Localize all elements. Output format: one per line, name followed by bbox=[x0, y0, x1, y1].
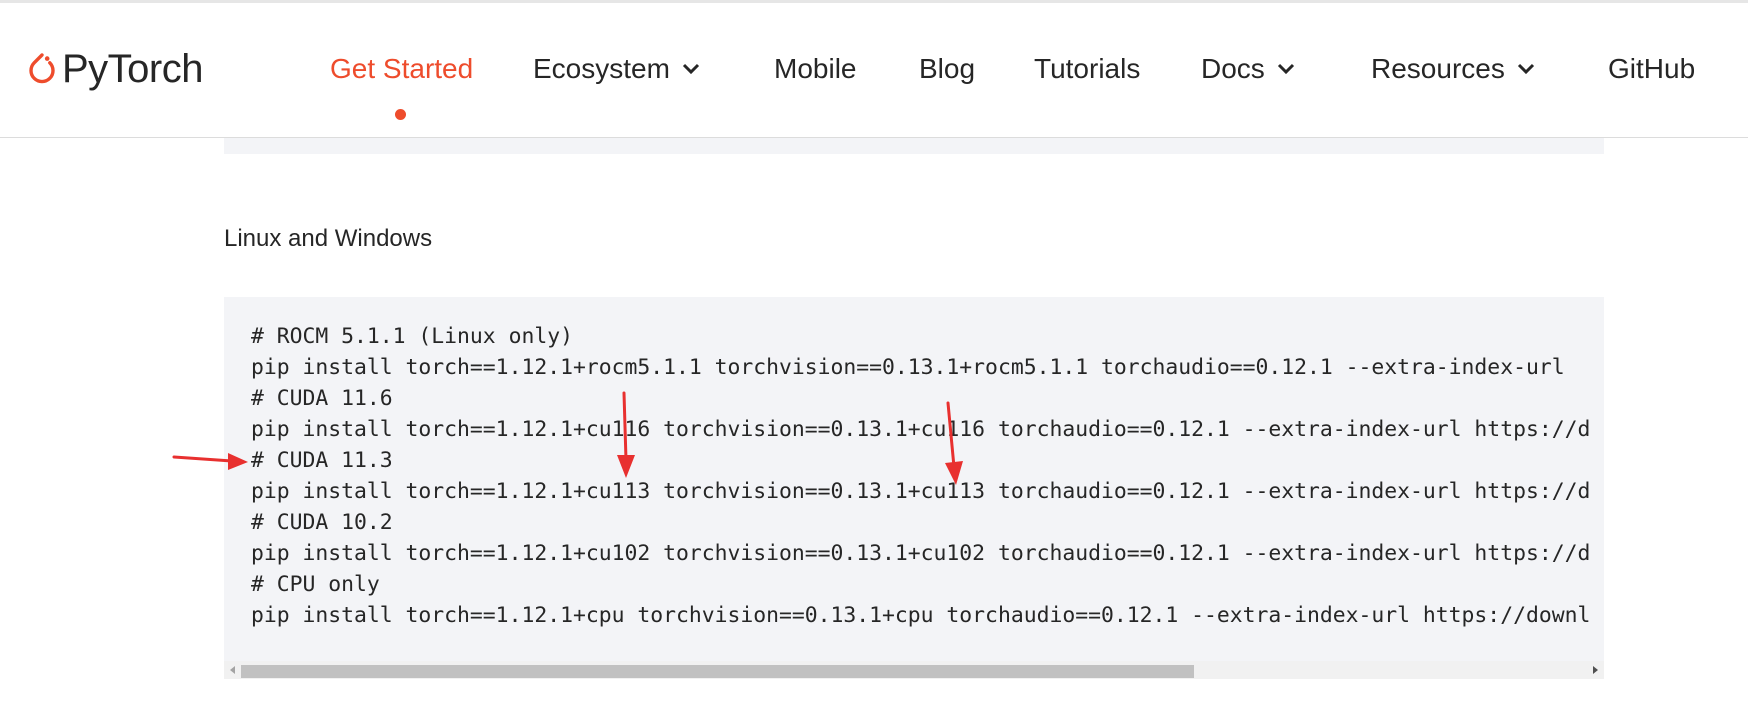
nav-tutorials[interactable]: Tutorials bbox=[1034, 53, 1140, 85]
chevron-down-icon bbox=[1517, 63, 1534, 75]
nav-label: Blog bbox=[919, 53, 976, 84]
chevron-down-icon bbox=[682, 63, 699, 75]
nav-label: GitHub bbox=[1608, 53, 1696, 84]
nav-mobile[interactable]: Mobile bbox=[774, 53, 856, 85]
nav-blog[interactable]: Blog bbox=[919, 53, 975, 85]
nav-label: Docs bbox=[1201, 53, 1265, 84]
code-block[interactable]: # ROCM 5.1.1 (Linux only) pip install to… bbox=[224, 297, 1604, 679]
code-command: pip install torch==1.12.1+cu116 torchvis… bbox=[251, 417, 1591, 442]
code-command: pip install torch==1.12.1+cpu torchvisio… bbox=[251, 603, 1591, 628]
horizontal-scrollbar[interactable] bbox=[224, 661, 1604, 679]
nav-label: Resources bbox=[1371, 53, 1505, 84]
nav-github[interactable]: GitHub bbox=[1608, 53, 1695, 85]
nav-label: Get Started bbox=[330, 53, 474, 84]
code-comment: # CUDA 10.2 bbox=[251, 510, 393, 535]
code-comment: # CUDA 11.6 bbox=[251, 386, 393, 411]
nav-ecosystem[interactable]: Ecosystem bbox=[533, 53, 700, 85]
scroll-right-arrow-icon[interactable] bbox=[1593, 666, 1598, 674]
site-header: PyTorch Get Started Ecosystem Mobile Blo… bbox=[0, 3, 1748, 138]
logo-text: PyTorch bbox=[62, 46, 204, 91]
code-command: pip install torch==1.12.1+cu102 torchvis… bbox=[251, 541, 1591, 566]
nav-get-started[interactable]: Get Started bbox=[330, 53, 473, 85]
code-command: pip install torch==1.12.1+rocm5.1.1 torc… bbox=[251, 355, 1565, 380]
chevron-down-icon bbox=[1277, 63, 1294, 75]
code-command: pip install torch==1.12.1+cu113 torchvis… bbox=[251, 479, 1591, 504]
code-comment: # CUDA 11.3 bbox=[251, 448, 393, 473]
pytorch-logo[interactable]: PyTorch bbox=[28, 46, 204, 91]
nav-label: Mobile bbox=[774, 53, 857, 84]
code-lines: # ROCM 5.1.1 (Linux only) pip install to… bbox=[251, 321, 1590, 631]
pytorch-flame-icon bbox=[29, 53, 55, 84]
nav-label: Ecosystem bbox=[533, 53, 670, 84]
previous-code-block bbox=[224, 138, 1604, 154]
scrollbar-thumb[interactable] bbox=[241, 665, 1194, 678]
scroll-left-arrow-icon[interactable] bbox=[230, 666, 235, 674]
code-comment: # CPU only bbox=[251, 572, 380, 597]
nav-label: Tutorials bbox=[1034, 53, 1141, 84]
code-comment: # ROCM 5.1.1 (Linux only) bbox=[251, 324, 573, 349]
section-heading: Linux and Windows bbox=[224, 225, 433, 252]
nav-docs[interactable]: Docs bbox=[1201, 53, 1295, 85]
nav-resources[interactable]: Resources bbox=[1371, 53, 1535, 85]
active-indicator-dot bbox=[395, 109, 406, 120]
